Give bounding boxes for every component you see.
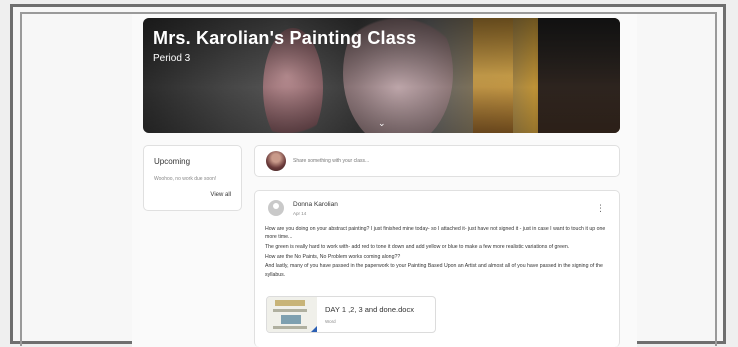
attachment-type: Word [325,319,336,324]
avatar [266,151,286,171]
upcoming-card: Upcoming Woohoo, no work due soon! View … [143,145,242,211]
share-box[interactable]: Share something with your class... [254,145,620,177]
post-body: How are you doing on your abstract paint… [265,225,611,280]
chevron-down-icon[interactable]: ⌄ [378,118,386,129]
post-text-line: How are the No Paints, No Problem works … [265,253,401,260]
upcoming-title: Upcoming [154,157,191,166]
view-all-link[interactable]: View all [210,192,231,198]
share-input[interactable]: Share something with your class... [293,158,369,164]
class-section: Period 3 [153,53,191,64]
post-author: Donna Karolian [293,201,338,208]
avatar [268,200,284,216]
post-text-line: The green is really hard to work with- a… [265,243,570,250]
post-text-line: How are you doing on your abstract paint… [265,226,606,241]
attachment-name: DAY 1 ,2, 3 and done.docx [325,305,414,314]
attachment-thumbnail [267,297,317,332]
class-banner: Mrs. Karolian's Painting Class Period 3 … [143,18,620,133]
post-date: Apr 14 [293,211,307,216]
word-doc-icon [309,325,317,332]
attachment-card[interactable]: DAY 1 ,2, 3 and done.docx Word [266,296,436,333]
upcoming-empty-text: Woohoo, no work due soon! [154,176,217,182]
more-vert-icon[interactable]: ⋮ [596,203,605,214]
stream-post: Donna Karolian Apr 14 ⋮ How are you doin… [254,190,620,347]
post-text-line: And lastly, many of you have passed in t… [265,263,603,278]
class-title[interactable]: Mrs. Karolian's Painting Class [153,28,416,49]
